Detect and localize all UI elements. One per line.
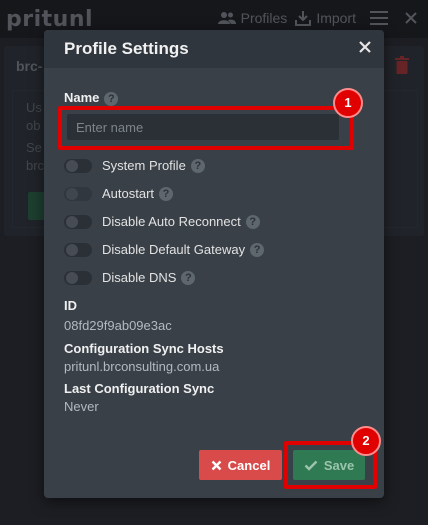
toggle-label: Disable Default Gateway — [102, 242, 246, 257]
toggle-disable-auto-reconnect[interactable]: Disable Auto Reconnect ? — [64, 214, 260, 229]
sync-hosts-value: pritunl.brconsulting.com.ua — [64, 359, 220, 374]
last-sync-label: Last Configuration Sync — [64, 381, 215, 396]
help-icon[interactable]: ? — [159, 186, 174, 201]
toggle-label: Disable Auto Reconnect — [102, 214, 241, 229]
last-sync-value: Never — [64, 399, 99, 414]
toggle-switch[interactable] — [64, 186, 92, 201]
help-icon[interactable]: ? — [104, 91, 119, 106]
id-label: ID — [64, 298, 77, 313]
toggle-system-profile[interactable]: System Profile ? — [64, 158, 205, 173]
annotation-marker-2: 2 — [351, 426, 381, 456]
id-value: 08fd29f9ab09e3ac — [64, 318, 172, 333]
name-field-label: Name? — [64, 90, 119, 106]
toggle-disable-dns[interactable]: Disable DNS ? — [64, 270, 196, 285]
toggle-autostart[interactable]: Autostart ? — [64, 186, 174, 201]
close-icon — [211, 460, 222, 470]
toggle-label: Autostart — [102, 186, 155, 201]
help-icon[interactable]: ? — [250, 242, 265, 257]
close-icon[interactable] — [358, 40, 372, 54]
help-icon[interactable]: ? — [245, 214, 260, 229]
help-icon[interactable]: ? — [181, 270, 196, 285]
toggle-disable-default-gateway[interactable]: Disable Default Gateway ? — [64, 242, 265, 257]
annotation-marker-1: 1 — [333, 88, 363, 118]
dialog-title: Profile Settings — [64, 39, 189, 58]
toggle-label: Disable DNS — [102, 270, 177, 285]
toggle-switch[interactable] — [64, 270, 92, 285]
toggle-switch[interactable] — [64, 242, 92, 257]
toggle-switch[interactable] — [64, 158, 92, 173]
sync-hosts-label: Configuration Sync Hosts — [64, 341, 224, 356]
dialog-header: Profile Settings — [44, 30, 384, 68]
cancel-button[interactable]: Cancel — [199, 450, 282, 480]
cancel-label: Cancel — [227, 457, 271, 473]
toggle-switch[interactable] — [64, 214, 92, 229]
toggle-label: System Profile — [102, 158, 186, 173]
name-label-text: Name — [64, 90, 100, 105]
highlight-box-name-input — [58, 106, 354, 150]
help-icon[interactable]: ? — [190, 158, 205, 173]
